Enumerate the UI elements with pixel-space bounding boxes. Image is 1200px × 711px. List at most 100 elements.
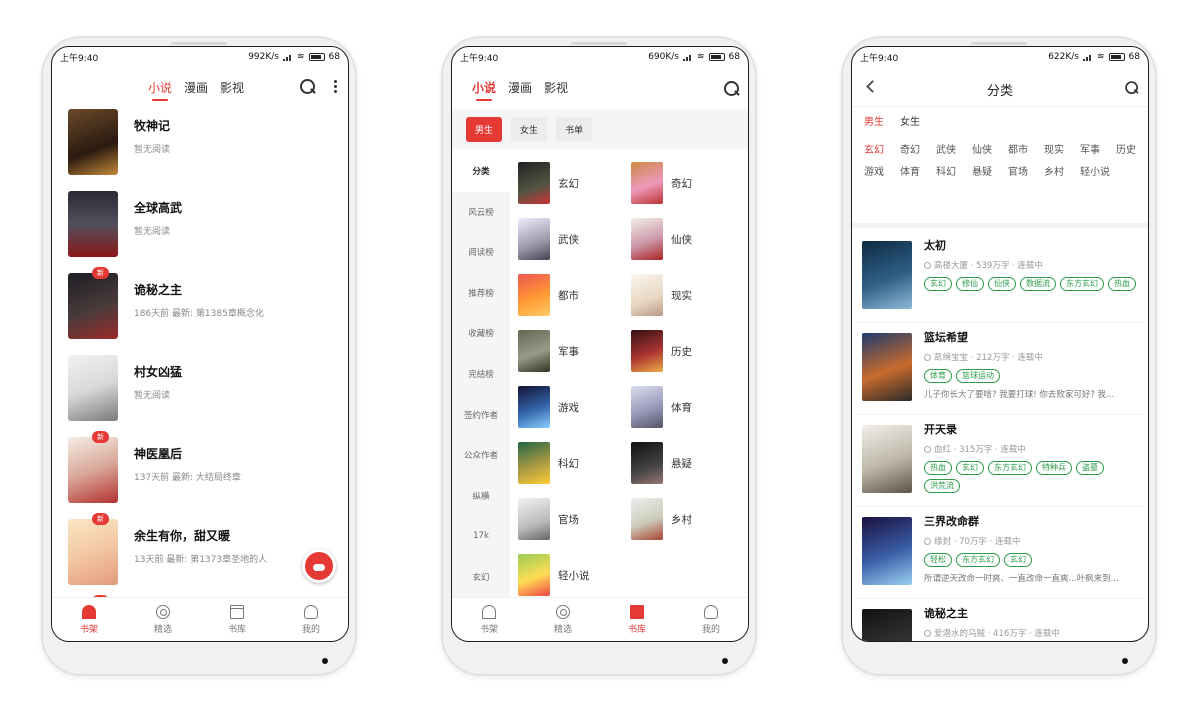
category-label: 乡村 [671,513,692,526]
tag[interactable]: 热血 [924,461,952,475]
category-cell[interactable]: 军事 [516,323,629,379]
list-item[interactable]: 牧神记 暂无阅读 [52,109,348,191]
status-right: 622K/s ≋ 68 [1048,52,1140,62]
nav-library[interactable]: 书库 [200,598,274,641]
category-cell[interactable]: 官场 [516,491,629,547]
subcategory-item[interactable]: 轻小说 [1080,165,1110,181]
sidebar-item-xuanhuan[interactable]: 玄幻 [452,556,510,597]
sidebar-item-recommend[interactable]: 推荐榜 [452,273,510,314]
table-row[interactable]: 诡秘之主 爱潜水的乌贼 · 416万字 · 连载中 [852,599,1148,641]
compass-icon [156,604,170,619]
list-item[interactable]: 全球高武 暂无阅读 [52,191,348,273]
tag[interactable]: 盗墓 [1076,461,1104,475]
tag[interactable]: 洪荒流 [924,479,960,493]
tab-comic[interactable]: 漫画 [184,79,208,96]
subcategory-item[interactable]: 科幻 [936,165,956,181]
subcategory-item[interactable]: 官场 [1008,165,1028,181]
nav-library[interactable]: 书库 [600,598,674,641]
category-cell[interactable]: 仙侠 [629,211,742,267]
tag[interactable]: 东方玄幻 [988,461,1032,475]
subcategory-item[interactable]: 武侠 [936,143,956,159]
search-icon[interactable] [724,81,740,97]
sidebar-item-popular[interactable]: 风云榜 [452,192,510,233]
tag[interactable]: 玄幻 [1004,553,1032,567]
list-item[interactable]: 新 神医凰后 137天前 最新: 大结局终章 [52,431,348,519]
tab-video[interactable]: 影视 [544,79,568,96]
tag[interactable]: 玄幻 [956,461,984,475]
search-icon[interactable] [300,79,316,95]
tab-male[interactable]: 男生 [864,113,884,128]
tag[interactable]: 东方玄幻 [956,553,1000,567]
tag[interactable]: 仙侠 [988,277,1016,291]
chip-female[interactable]: 女生 [511,116,548,142]
tag[interactable]: 轻松 [924,553,952,567]
category-cell[interactable]: 科幻 [516,435,629,491]
chip-booklist[interactable]: 书单 [556,116,593,142]
sidebar-item-zongheng[interactable]: 纵横 [452,475,510,516]
nav-label: 精选 [553,624,572,635]
nav-profile[interactable]: 我的 [674,598,748,641]
nav-featured[interactable]: 精选 [126,598,200,641]
subcategory-item[interactable]: 乡村 [1044,165,1064,181]
nav-featured[interactable]: 精选 [526,598,600,641]
sidebar-item-signed-authors[interactable]: 签约作者 [452,394,510,435]
list-item[interactable]: 新 诡秘之主 186天前 最新: 第1385章概念化 [52,267,348,355]
subcategory-item[interactable]: 都市 [1008,143,1028,159]
category-cell[interactable]: 乡村 [629,491,742,547]
sidebar-item-finished[interactable]: 完结榜 [452,354,510,395]
category-cell[interactable]: 悬疑 [629,435,742,491]
subcategory-item[interactable]: 军事 [1080,143,1100,159]
category-cell[interactable]: 玄幻 [516,155,629,211]
table-row[interactable]: 太初 高楼大厦 · 539万字 · 连载中 玄幻 修仙 仙侠 数据流 东方玄幻 … [852,231,1148,323]
sidebar-item-17k[interactable]: 17k [452,516,510,557]
chip-male[interactable]: 男生 [466,116,503,142]
sidebar-item-favorites[interactable]: 收藏榜 [452,313,510,354]
subcategory-item[interactable]: 游戏 [864,165,884,181]
author-icon [924,538,931,545]
subcategory-item[interactable]: 现实 [1044,143,1064,159]
tab-comic[interactable]: 漫画 [508,79,532,96]
tag[interactable]: 东方玄幻 [1060,277,1104,291]
table-row[interactable]: 篮坛希望 凯绵宝宝 · 212万字 · 连载中 体育 篮球运动 儿子你长大了要啥… [852,323,1148,415]
category-cell[interactable]: 体育 [629,379,742,435]
nav-profile[interactable]: 我的 [274,598,348,641]
category-cell[interactable]: 武侠 [516,211,629,267]
tag[interactable]: 热血 [1108,277,1136,291]
tag[interactable]: 体育 [924,369,952,383]
category-cell[interactable]: 游戏 [516,379,629,435]
more-menu-icon[interactable] [334,80,338,94]
sidebar-item-public-authors[interactable]: 公众作者 [452,435,510,476]
tag[interactable]: 篮球运动 [956,369,1000,383]
category-cell[interactable]: 现实 [629,267,742,323]
tab-female[interactable]: 女生 [900,113,920,128]
tab-novel[interactable]: 小说 [148,79,172,101]
subcategory-filter: 玄幻 奇幻 武侠 仙侠 都市 现实 军事 历史 游戏 体育 科幻 悬疑 官场 乡… [864,143,1144,181]
search-icon[interactable] [1125,81,1139,95]
book-progress: 13天前 最新: 第1373章圣地的人 [134,555,268,565]
tag[interactable]: 特种兵 [1036,461,1072,475]
tag[interactable]: 修仙 [956,277,984,291]
nav-bookshelf[interactable]: 书架 [452,598,526,641]
nav-bookshelf[interactable]: 书架 [52,598,126,641]
subcategory-item[interactable]: 体育 [900,165,920,181]
sidebar-item-category[interactable]: 分类 [452,151,510,192]
sidebar-item-reads[interactable]: 阅读榜 [452,232,510,273]
category-cell[interactable]: 奇幻 [629,155,742,211]
list-item[interactable]: 村女凶猛 暂无阅读 [52,355,348,437]
subcategory-item[interactable]: 仙侠 [972,143,992,159]
category-cell[interactable]: 历史 [629,323,742,379]
category-cell[interactable]: 都市 [516,267,629,323]
subcategory-item[interactable]: 悬疑 [972,165,992,181]
tag[interactable]: 数据流 [1020,277,1056,291]
tab-video[interactable]: 影视 [220,79,244,96]
floating-game-button[interactable] [302,549,336,583]
category-cell[interactable]: 轻小说 [516,547,629,603]
subcategory-item[interactable]: 玄幻 [864,143,884,159]
table-row[interactable]: 三界改命群 缘封 · 70万字 · 连载中 轻松 东方玄幻 玄幻 所谓逆天改命一… [852,507,1148,599]
subcategory-item[interactable]: 历史 [1116,143,1136,159]
tab-novel[interactable]: 小说 [472,79,496,101]
battery-level: 68 [1128,52,1140,62]
table-row[interactable]: 开天录 血红 · 315万字 · 连载中 热血 玄幻 东方玄幻 特种兵 盗墓 洪… [852,415,1148,507]
subcategory-item[interactable]: 奇幻 [900,143,920,159]
tag[interactable]: 玄幻 [924,277,952,291]
